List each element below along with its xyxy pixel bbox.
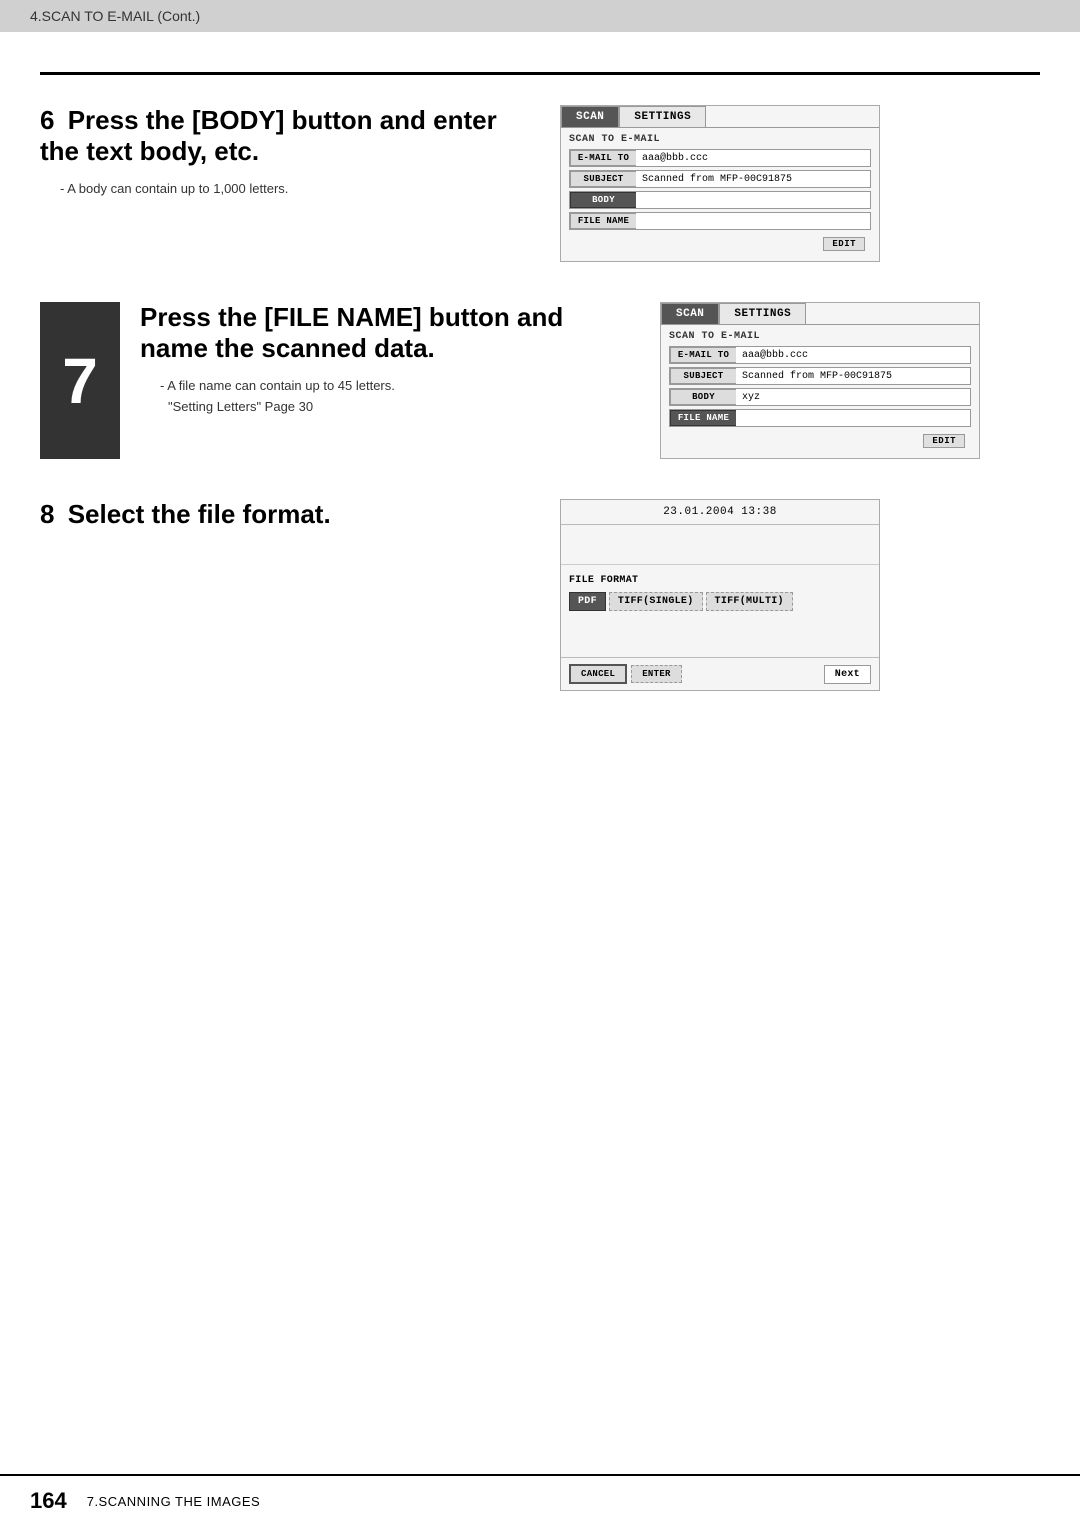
step7-big-number: 7 — [40, 302, 120, 459]
step7-tab-scan[interactable]: SCAN — [661, 303, 719, 324]
step8-screen-top-space — [561, 525, 879, 565]
step7-block: 7 Press the [FILE NAME] button and name … — [40, 302, 1040, 459]
step8-cancel-button[interactable]: CANCEL — [569, 664, 627, 684]
step8-heading-text: Select the file format. — [68, 499, 331, 529]
footer: 164 7.SCANNING THE IMAGES — [0, 1474, 1080, 1526]
step7-bullet1: A file name can contain up to 45 letters… — [160, 376, 620, 397]
step8-format-buttons: PDF TIFF(SINGLE) TIFF(MULTI) — [569, 592, 871, 611]
step6-val-filename — [636, 213, 870, 229]
step6-val-email: aaa@bbb.ccc — [636, 150, 870, 166]
footer-page-number: 164 — [30, 1488, 67, 1514]
step6-row-subject: SUBJECT Scanned from MFP-00C91875 — [569, 170, 871, 188]
step6-number: 6 — [40, 105, 54, 135]
step8-next-button[interactable]: Next — [824, 665, 871, 684]
step8-bottom-buttons: CANCEL ENTER Next — [561, 657, 879, 690]
step7-key-filename[interactable]: FILE NAME — [670, 410, 736, 426]
step7-tab-settings[interactable]: SETTINGS — [719, 303, 806, 324]
step7-heading: Press the [FILE NAME] button and name th… — [140, 302, 620, 364]
step7-row-body: BODY xyz — [669, 388, 971, 406]
step6-key-body[interactable]: BODY — [570, 192, 636, 208]
step7-row-filename: FILE NAME — [669, 409, 971, 427]
step6-row-email: E-MAIL TO aaa@bbb.ccc — [569, 149, 871, 167]
step7-screen-label: SCAN TO E-MAIL — [669, 331, 971, 342]
step8-format-section: FILE FORMAT PDF TIFF(SINGLE) TIFF(MULTI) — [561, 565, 879, 637]
main-content: 6 Press the [BODY] button and enter the … — [0, 32, 1080, 771]
step6-bullet: A body can contain up to 1,000 letters. — [60, 179, 520, 200]
step6-screen: SCAN SETTINGS SCAN TO E-MAIL E-MAIL TO a… — [560, 105, 880, 262]
step6-edit-area: EDIT — [569, 233, 871, 255]
step6-tab-settings[interactable]: SETTINGS — [619, 106, 706, 127]
top-bar-title: 4.SCAN TO E-MAIL (Cont.) — [30, 8, 200, 24]
step7-key-subject: SUBJECT — [670, 368, 736, 384]
step7-left: Press the [FILE NAME] button and name th… — [140, 302, 620, 418]
step8-format-label: FILE FORMAT — [569, 575, 871, 586]
step6-val-subject: Scanned from MFP-00C91875 — [636, 171, 870, 187]
step6-edit-button[interactable]: EDIT — [823, 237, 865, 251]
step7-row-subject: SUBJECT Scanned from MFP-00C91875 — [669, 367, 971, 385]
step7-val-email: aaa@bbb.ccc — [736, 347, 970, 363]
step7-val-body: xyz — [736, 389, 970, 405]
step8-spacer — [561, 637, 879, 657]
step7-key-email: E-MAIL TO — [670, 347, 736, 363]
footer-section-label: 7.SCANNING THE IMAGES — [87, 1494, 261, 1509]
step6-key-email: E-MAIL TO — [570, 150, 636, 166]
step8-number: 8 — [40, 499, 54, 529]
format-btn-tiff-single[interactable]: TIFF(SINGLE) — [609, 592, 703, 611]
section-divider-top — [40, 72, 1040, 75]
step6-key-filename: FILE NAME — [570, 213, 636, 229]
step7-screen: SCAN SETTINGS SCAN TO E-MAIL E-MAIL TO a… — [660, 302, 980, 459]
step8-left: 8 Select the file format. — [40, 499, 520, 542]
step8-datetime: 23.01.2004 13:38 — [561, 500, 879, 525]
step6-val-body — [636, 192, 870, 208]
step6-row-body: BODY — [569, 191, 871, 209]
step7-bullet2: "Setting Letters" Page 30 — [168, 397, 620, 418]
step6-heading: 6 Press the [BODY] button and enter the … — [40, 105, 520, 167]
step8-section: 8 Select the file format. 23.01.2004 13:… — [40, 499, 1040, 691]
step6-key-subject: SUBJECT — [570, 171, 636, 187]
step7-edit-area: EDIT — [669, 430, 971, 452]
format-btn-tiff-multi[interactable]: TIFF(MULTI) — [706, 592, 793, 611]
step7-val-subject: Scanned from MFP-00C91875 — [736, 368, 970, 384]
step8-screen: 23.01.2004 13:38 FILE FORMAT PDF TIFF(SI… — [560, 499, 880, 691]
step7-val-filename — [736, 410, 970, 426]
step6-screen-tabs: SCAN SETTINGS — [561, 106, 879, 128]
format-btn-pdf[interactable]: PDF — [569, 592, 606, 611]
step6-tab-scan[interactable]: SCAN — [561, 106, 619, 127]
step6-left: 6 Press the [BODY] button and enter the … — [40, 105, 520, 200]
step7-heading-text: Press the [FILE NAME] button and name th… — [140, 302, 563, 363]
step6-row-filename: FILE NAME — [569, 212, 871, 230]
step7-edit-button[interactable]: EDIT — [923, 434, 965, 448]
step8-heading: 8 Select the file format. — [40, 499, 520, 530]
step7-content: Press the [FILE NAME] button and name th… — [120, 302, 1040, 459]
step7-row-email: E-MAIL TO aaa@bbb.ccc — [669, 346, 971, 364]
step6-screen-label: SCAN TO E-MAIL — [569, 134, 871, 145]
step7-key-body: BODY — [670, 389, 736, 405]
step6-screen-body: SCAN TO E-MAIL E-MAIL TO aaa@bbb.ccc SUB… — [561, 128, 879, 261]
step7-screen-tabs: SCAN SETTINGS — [661, 303, 979, 325]
step7-screen-body: SCAN TO E-MAIL E-MAIL TO aaa@bbb.ccc SUB… — [661, 325, 979, 458]
step6-heading-text: Press the [BODY] button and enter the te… — [40, 105, 497, 166]
step8-enter-button[interactable]: ENTER — [631, 665, 682, 683]
top-bar: 4.SCAN TO E-MAIL (Cont.) — [0, 0, 1080, 32]
step6-section: 6 Press the [BODY] button and enter the … — [40, 105, 1040, 262]
